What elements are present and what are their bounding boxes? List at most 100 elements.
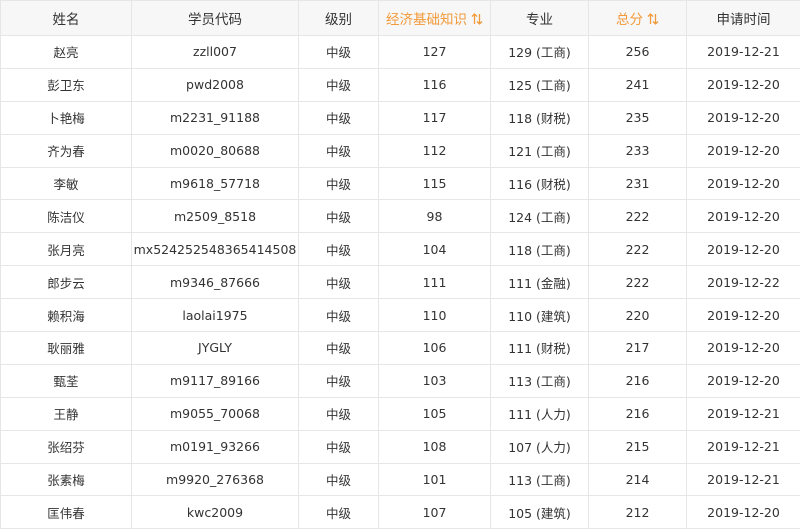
table-body: 赵亮zzll007中级127129 (工商)2562019-12-21彭卫东pw… [1,36,800,529]
cell-major-score: 129 (工商) [491,36,589,69]
cell-student-code: m9117_89166 [132,364,299,397]
table-row: 郎步云m9346_87666中级111111 (金融)2222019-12-22 [1,266,800,299]
table-row: 张绍芬m0191_93266中级108107 (人力)2152019-12-21 [1,430,800,463]
cell-apply-date: 2019-12-20 [687,332,800,365]
cell-total: 222 [589,233,687,266]
cell-name: 王静 [1,397,132,430]
cell-econ-score: 106 [379,332,491,365]
column-header-apply-date: 申请时间 [687,1,800,36]
cell-apply-date: 2019-12-20 [687,299,800,332]
cell-major-score: 118 (工商) [491,233,589,266]
cell-name: 张素梅 [1,463,132,496]
table-row: 赵亮zzll007中级127129 (工商)2562019-12-21 [1,36,800,69]
table-row: 甄荃m9117_89166中级103113 (工商)2162019-12-20 [1,364,800,397]
column-header-major-score: 专业 [491,1,589,36]
cell-name: 郎步云 [1,266,132,299]
cell-econ-score: 103 [379,364,491,397]
cell-level: 中级 [299,200,379,233]
cell-name: 张绍芬 [1,430,132,463]
cell-student-code: zzll007 [132,36,299,69]
cell-student-code: m2509_8518 [132,200,299,233]
cell-total: 212 [589,496,687,529]
cell-level: 中级 [299,397,379,430]
cell-total: 220 [589,299,687,332]
cell-apply-date: 2019-12-20 [687,134,800,167]
cell-name: 赵亮 [1,36,132,69]
table-row: 赖积海laolai1975中级110110 (建筑)2202019-12-20 [1,299,800,332]
cell-econ-score: 111 [379,266,491,299]
sort-up-down-icon[interactable] [647,12,659,26]
column-header-econ-score[interactable]: 经济基础知识 [379,1,491,36]
cell-level: 中级 [299,101,379,134]
cell-econ-score: 112 [379,134,491,167]
cell-level: 中级 [299,68,379,101]
cell-apply-date: 2019-12-21 [687,430,800,463]
cell-total: 214 [589,463,687,496]
column-header-total[interactable]: 总分 [589,1,687,36]
cell-major-score: 111 (人力) [491,397,589,430]
cell-econ-score: 127 [379,36,491,69]
column-header-label: 专业 [526,12,553,28]
cell-econ-score: 110 [379,299,491,332]
table-row: 陈洁仪m2509_8518中级98124 (工商)2222019-12-20 [1,200,800,233]
cell-level: 中级 [299,496,379,529]
cell-name: 耿丽雅 [1,332,132,365]
cell-apply-date: 2019-12-21 [687,397,800,430]
table-row: 彭卫东pwd2008中级116125 (工商)2412019-12-20 [1,68,800,101]
cell-student-code: mx524252548365414508 [132,233,299,266]
column-header-level: 级别 [299,1,379,36]
table-row: 王静m9055_70068中级105111 (人力)2162019-12-21 [1,397,800,430]
column-header-label: 学员代码 [188,12,242,28]
table-row: 卜艳梅m2231_91188中级117118 (财税)2352019-12-20 [1,101,800,134]
cell-total: 217 [589,332,687,365]
cell-level: 中级 [299,36,379,69]
cell-student-code: JYGLY [132,332,299,365]
cell-apply-date: 2019-12-20 [687,233,800,266]
cell-student-code: m2231_91188 [132,101,299,134]
cell-name: 甄荃 [1,364,132,397]
cell-major-score: 121 (工商) [491,134,589,167]
cell-major-score: 113 (工商) [491,364,589,397]
cell-level: 中级 [299,364,379,397]
cell-name: 齐为春 [1,134,132,167]
cell-name: 赖积海 [1,299,132,332]
cell-total: 216 [589,364,687,397]
cell-total: 215 [589,430,687,463]
cell-name: 张月亮 [1,233,132,266]
cell-level: 中级 [299,266,379,299]
table-row: 齐为春m0020_80688中级112121 (工商)2332019-12-20 [1,134,800,167]
cell-level: 中级 [299,430,379,463]
cell-major-score: 116 (财税) [491,167,589,200]
cell-name: 彭卫东 [1,68,132,101]
column-header-name: 姓名 [1,1,132,36]
cell-total: 222 [589,266,687,299]
cell-major-score: 124 (工商) [491,200,589,233]
column-header-student-code: 学员代码 [132,1,299,36]
table-row: 耿丽雅JYGLY中级106111 (财税)2172019-12-20 [1,332,800,365]
table-row: 张月亮mx524252548365414508中级104118 (工商)2222… [1,233,800,266]
table-header-row: 姓名 学员代码 级别 经济基础知识 专业 总分 申请时间 [1,1,800,36]
cell-level: 中级 [299,332,379,365]
cell-level: 中级 [299,134,379,167]
column-header-label: 总分 [616,12,643,28]
cell-total: 235 [589,101,687,134]
cell-econ-score: 107 [379,496,491,529]
column-header-label: 级别 [325,12,352,28]
cell-name: 匡伟春 [1,496,132,529]
cell-major-score: 105 (建筑) [491,496,589,529]
cell-apply-date: 2019-12-20 [687,200,800,233]
cell-major-score: 125 (工商) [491,68,589,101]
cell-econ-score: 98 [379,200,491,233]
cell-student-code: pwd2008 [132,68,299,101]
cell-major-score: 110 (建筑) [491,299,589,332]
score-table: 姓名学员代码级别经济基础知识专业总分申请时间 赵亮zzll007中级127129… [0,0,800,529]
cell-total: 233 [589,134,687,167]
cell-student-code: kwc2009 [132,496,299,529]
cell-econ-score: 115 [379,167,491,200]
cell-name: 李敏 [1,167,132,200]
cell-total: 231 [589,167,687,200]
cell-student-code: laolai1975 [132,299,299,332]
sort-up-down-icon[interactable] [471,12,483,26]
column-header-label: 申请时间 [717,12,771,28]
cell-apply-date: 2019-12-20 [687,167,800,200]
